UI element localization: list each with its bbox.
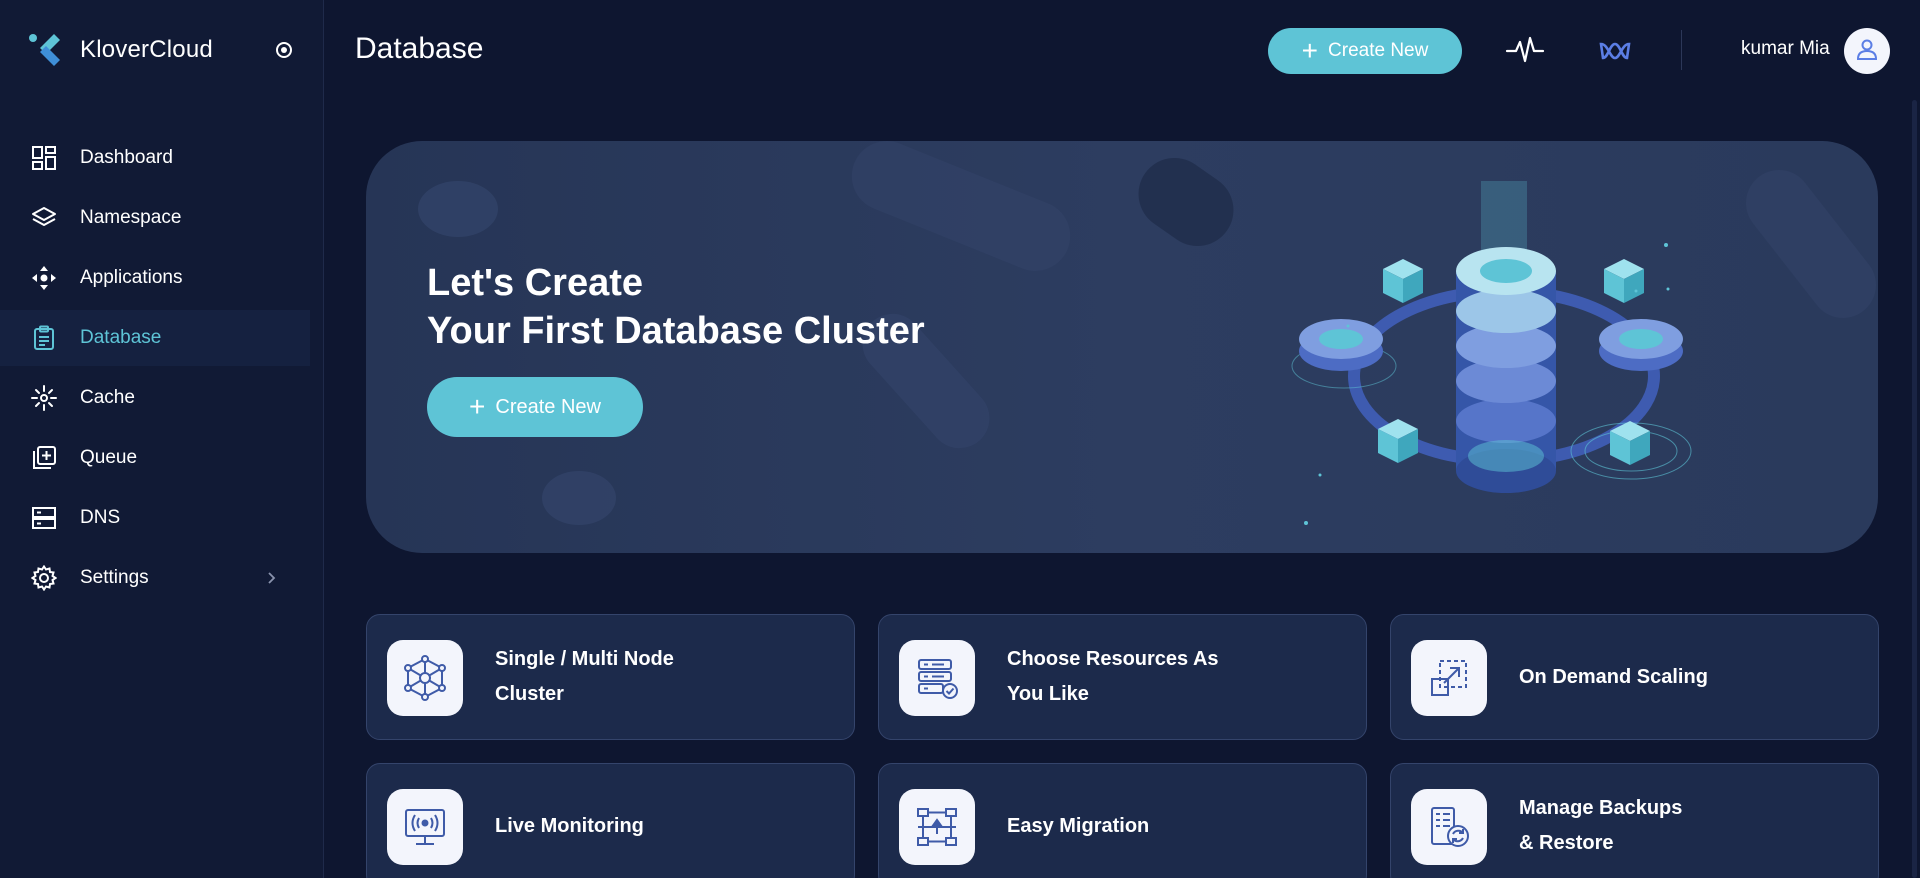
sidebar-item-label: Settings [80, 567, 149, 588]
sidebar-item-dns[interactable]: DNS [0, 490, 324, 546]
header-create-new-label: Create New [1328, 40, 1429, 61]
sidebar-item-namespace[interactable]: Namespace [0, 190, 324, 246]
feature-card-label: Choose Resources As You Like [1007, 615, 1327, 739]
gear-icon [30, 564, 58, 592]
page-title: Database [355, 32, 484, 65]
hero-title: Let's Create Your First Database Cluster [427, 259, 925, 355]
sidebar-item-label: Queue [80, 447, 138, 468]
feature-label-line: On Demand Scaling [1519, 665, 1708, 688]
brand-name: KloverCloud [80, 36, 213, 63]
feature-label-line: Cluster [495, 683, 564, 705]
plus-icon: + [469, 391, 486, 422]
klovercloud-logo-icon [28, 30, 62, 70]
feature-card-label: On Demand Scaling [1519, 615, 1839, 739]
feature-label-line: Manage Backups [1519, 797, 1683, 819]
sidebar-item-label: DNS [80, 507, 121, 528]
server-icon [30, 504, 58, 532]
sidebar-collapse-toggle[interactable] [276, 42, 292, 58]
feature-card-on-demand-scaling[interactable]: On Demand Scaling [1390, 614, 1879, 740]
migration-flow-icon [899, 789, 975, 865]
brand[interactable]: KloverCloud [28, 30, 213, 70]
hero-title-line: Your First Database Cluster [427, 310, 925, 352]
feature-card-easy-migration[interactable]: Easy Migration [878, 763, 1367, 878]
feature-card-label: Manage Backups & Restore [1519, 764, 1839, 878]
sidebar-item-label: Namespace [80, 207, 182, 228]
scrollbar[interactable] [1912, 100, 1917, 878]
move-arrows-icon [30, 264, 58, 292]
sidebar-item-label: Database [80, 327, 162, 348]
feature-label-line: Easy Migration [1007, 814, 1150, 837]
chevron-right-icon [262, 569, 280, 587]
user-name[interactable]: kumar Mia [1741, 38, 1830, 60]
hero-banner: Let's Create Your First Database Cluster… [366, 141, 1878, 553]
feature-card-label: Live Monitoring [495, 764, 815, 878]
sidebar-item-label: Dashboard [80, 147, 173, 168]
decor-blob [542, 471, 616, 525]
sidebar-nav: Dashboard Namespace Applications Databas… [0, 130, 324, 610]
hero-create-new-button[interactable]: + Create New [427, 377, 643, 437]
feature-label-line: You Like [1007, 683, 1089, 705]
hero-create-new-label: Create New [495, 395, 601, 418]
sidebar: KloverCloud Dashboard Namespace Applicat… [0, 0, 324, 878]
network-nodes-icon [387, 640, 463, 716]
hero-title-line: Let's Create [427, 262, 644, 304]
sparkle-icon [30, 384, 58, 412]
monitor-broadcast-icon [387, 789, 463, 865]
plus-icon: + [1301, 35, 1319, 66]
sidebar-item-label: Cache [80, 387, 135, 408]
feature-card-live-monitoring[interactable]: Live Monitoring [366, 763, 855, 878]
sidebar-item-settings[interactable]: Settings [0, 550, 324, 606]
sidebar-item-cache[interactable]: Cache [0, 370, 324, 426]
feature-card-label: Easy Migration [1007, 764, 1327, 878]
decor-blob [1732, 156, 1878, 332]
resource-list-check-icon [899, 640, 975, 716]
activity-pulse-icon[interactable] [1505, 34, 1545, 66]
feature-card-label: Single / Multi Node Cluster [495, 615, 815, 739]
backup-restore-icon [1411, 789, 1487, 865]
feature-label-line: Live Monitoring [495, 814, 644, 837]
header-create-new-button[interactable]: + Create New [1268, 28, 1462, 74]
sidebar-item-dashboard[interactable]: Dashboard [0, 130, 324, 186]
clipboard-icon [30, 324, 58, 352]
scale-arrow-icon [1411, 640, 1487, 716]
feature-card-manage-backups[interactable]: Manage Backups & Restore [1390, 763, 1879, 878]
feature-card-single-multi-node-cluster[interactable]: Single / Multi Node Cluster [366, 614, 855, 740]
feature-label-line: Single / Multi Node [495, 648, 674, 670]
queue-plus-icon [30, 444, 58, 472]
header-divider [1681, 30, 1682, 70]
user-icon [1855, 37, 1879, 66]
sidebar-item-label: Applications [80, 267, 183, 288]
layers-icon [30, 204, 58, 232]
feature-label-line: & Restore [1519, 832, 1614, 854]
feature-card-choose-resources[interactable]: Choose Resources As You Like [878, 614, 1367, 740]
database-cluster-illustration-icon [1286, 181, 1726, 531]
decor-blob [418, 181, 498, 237]
sidebar-item-queue[interactable]: Queue [0, 430, 324, 486]
sidebar-item-database[interactable]: Database [0, 310, 310, 366]
sidebar-item-applications[interactable]: Applications [0, 250, 324, 306]
infinity-icon[interactable] [1598, 38, 1632, 64]
decor-blob [1124, 143, 1248, 261]
dashboard-grid-icon [30, 144, 58, 172]
avatar[interactable] [1844, 28, 1890, 74]
feature-label-line: Choose Resources As [1007, 648, 1219, 670]
